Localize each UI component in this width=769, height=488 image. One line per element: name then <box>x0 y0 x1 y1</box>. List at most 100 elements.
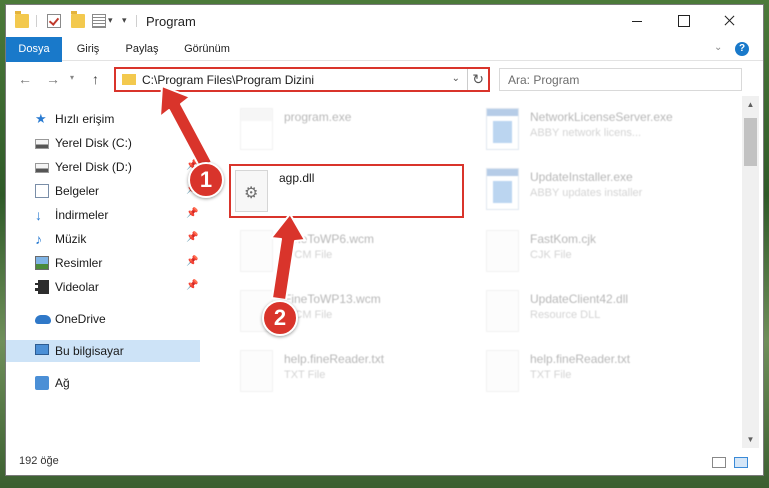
gear-icon: ⚙ <box>244 185 259 202</box>
file-icon <box>486 290 519 332</box>
sidebar-item-label: Bu bilgisayar <box>55 344 124 358</box>
forward-arrow-icon[interactable]: → <box>46 71 60 87</box>
pin-icon[interactable]: 📌 <box>186 256 198 267</box>
network-icon <box>35 376 49 390</box>
chevron-down-icon[interactable]: ▾ <box>108 15 113 26</box>
file-item[interactable]: UpdateClient42.dll Resource DLL <box>480 284 715 338</box>
file-type: CJK File <box>530 249 572 261</box>
file-name: NetworkLicenseServer.exe <box>530 110 673 124</box>
file-item[interactable]: NetworkLicenseServer.exe ABBY network li… <box>480 102 715 156</box>
help-icon[interactable]: ? <box>735 42 749 56</box>
sidebar-item-this-pc[interactable]: Bu bilgisayar <box>6 340 200 362</box>
new-folder-icon[interactable] <box>71 11 85 28</box>
tab-view[interactable]: Görünüm <box>176 37 238 61</box>
sidebar-item-music[interactable]: ♪ Müzik 📌 <box>6 228 200 250</box>
sidebar-item-local-disk-c[interactable]: Yerel Disk (C:) 📌 <box>6 132 200 154</box>
sidebar-item-label: Videolar <box>55 280 99 294</box>
file-icon <box>240 350 273 392</box>
pin-icon[interactable]: 📌 <box>186 136 198 147</box>
sidebar-item-videos[interactable]: Videolar 📌 <box>6 276 200 298</box>
recent-locations-icon[interactable]: ▾ <box>70 73 74 82</box>
file-type: TXT File <box>530 369 572 381</box>
file-name: help.fineReader.txt <box>284 352 385 366</box>
search-input[interactable]: Ara: Program <box>499 68 742 91</box>
sidebar-item-local-disk-d[interactable]: Yerel Disk (D:) 📌 <box>6 156 200 178</box>
file-icon <box>486 350 519 392</box>
file-item-agp-dll[interactable]: ⚙ agp.dll <box>229 164 464 218</box>
folder-icon <box>15 11 29 28</box>
sidebar-item-pictures[interactable]: Resimler 📌 <box>6 252 200 274</box>
vertical-scrollbar[interactable]: ▲ ▼ <box>742 96 759 448</box>
sidebar-item-network[interactable]: Ağ <box>6 372 200 394</box>
documents-icon <box>35 184 49 198</box>
view-options-icon[interactable] <box>92 14 106 28</box>
sidebar-item-label: OneDrive <box>55 312 106 326</box>
scroll-down-icon[interactable]: ▼ <box>742 431 759 448</box>
refresh-icon[interactable]: ↻ <box>472 71 484 88</box>
cloud-icon <box>35 315 51 324</box>
tab-home[interactable]: Giriş <box>68 37 108 61</box>
step-badge-1: 1 <box>188 162 224 198</box>
folder-icon <box>122 74 136 85</box>
star-icon: ★ <box>35 111 47 126</box>
navigation-bar: ← → ▾ ↑ C:\Program Files\Program Dizini … <box>6 62 763 96</box>
details-view-icon[interactable] <box>712 457 726 468</box>
music-icon: ♪ <box>35 231 42 247</box>
file-item[interactable]: FineToWP6.wcm WCM File <box>234 224 469 278</box>
file-icon <box>240 230 273 272</box>
sidebar-item-label: Ağ <box>55 376 70 390</box>
sidebar-item-downloads[interactable]: ↓ İndirmeler 📌 <box>6 204 200 226</box>
sidebar-item-onedrive[interactable]: OneDrive <box>6 308 200 330</box>
expand-ribbon-icon[interactable]: ⌄ <box>714 42 722 53</box>
close-button[interactable] <box>706 5 752 36</box>
sidebar-item-label: Hızlı erişim <box>55 112 115 126</box>
search-placeholder: Ara: Program <box>508 73 580 87</box>
tab-share[interactable]: Paylaş <box>118 37 166 61</box>
address-divider <box>467 69 468 90</box>
sidebar-item-label: Yerel Disk (D:) <box>55 160 132 174</box>
toolbar-divider <box>36 15 37 27</box>
window-title: Program <box>146 14 196 29</box>
navigation-pane: ★ Hızlı erişim Yerel Disk (C:) 📌 Yerel D… <box>6 96 204 448</box>
item-count: 192 öğe <box>19 455 59 467</box>
scroll-thumb[interactable] <box>744 118 757 166</box>
file-type: TXT File <box>284 369 326 381</box>
sidebar-item-quick-access[interactable]: ★ Hızlı erişim <box>6 108 200 130</box>
up-arrow-icon[interactable]: ↑ <box>92 71 99 87</box>
pin-icon[interactable]: 📌 <box>186 280 198 291</box>
file-item[interactable]: UpdateInstaller.exe ABBY updates install… <box>480 162 715 216</box>
chevron-down-icon[interactable]: ⌄ <box>452 73 460 84</box>
file-name: FineToWP13.wcm <box>284 292 381 306</box>
sidebar-item-label: Belgeler <box>55 184 100 198</box>
pin-icon[interactable]: 📌 <box>186 232 198 243</box>
file-name: FineToWP6.wcm <box>284 232 375 246</box>
file-list: program.exe ⚙ agp.dll FineToWP6.wcm WCM … <box>204 96 742 448</box>
large-icons-view-icon[interactable] <box>734 457 748 468</box>
video-icon <box>35 280 49 294</box>
file-name: FastKom.cjk <box>530 232 597 246</box>
file-item[interactable]: help.fineReader.txt TXT File <box>234 344 469 398</box>
address-path[interactable]: C:\Program Files\Program Dizini <box>142 73 314 87</box>
sidebar-item-label: İndirmeler <box>55 208 109 222</box>
file-item[interactable]: FastKom.cjk CJK File <box>480 224 715 278</box>
explorer-window: ▾ ▾ Program Dosya Giriş Paylaş Görünüm ⌄… <box>5 4 764 476</box>
toolbar-divider <box>136 15 137 27</box>
pictures-icon <box>35 256 49 270</box>
scroll-up-icon[interactable]: ▲ <box>742 96 759 113</box>
step-badge-2: 2 <box>262 300 298 336</box>
sidebar-item-documents[interactable]: Belgeler 📌 <box>6 180 200 202</box>
status-bar: 192 öğe <box>6 451 763 475</box>
app-file-icon <box>486 168 519 210</box>
file-item[interactable]: help.fineReader.txt TXT File <box>480 344 715 398</box>
drive-icon <box>35 139 49 149</box>
sidebar-item-label: Müzik <box>55 232 87 246</box>
address-bar[interactable]: C:\Program Files\Program Dizini ⌄ ↻ <box>114 67 490 92</box>
maximize-button[interactable] <box>660 5 706 36</box>
file-item[interactable]: program.exe <box>234 102 469 156</box>
properties-check-icon[interactable] <box>47 14 61 28</box>
dll-file-icon: ⚙ <box>235 170 268 212</box>
back-arrow-icon[interactable]: ← <box>18 71 32 87</box>
pin-icon[interactable]: 📌 <box>186 208 198 219</box>
customize-toolbar-icon[interactable]: ▾ <box>122 15 127 26</box>
minimize-button[interactable] <box>614 5 660 36</box>
